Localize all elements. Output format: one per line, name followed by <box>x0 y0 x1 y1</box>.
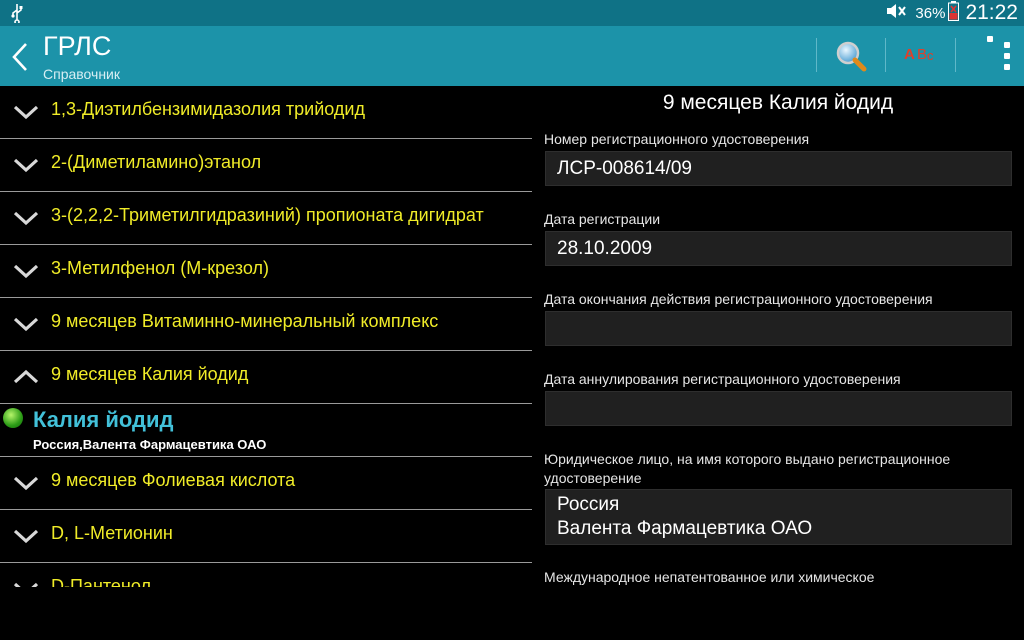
reg-date-field[interactable]: 28.10.2009 <box>545 231 1012 266</box>
list-item-label: 2-(Диметиламино)этанол <box>51 152 262 172</box>
chevron-down-icon <box>13 476 39 491</box>
list-item[interactable]: 9 месяцев Витаминно-минеральный комплекс <box>0 298 532 351</box>
status-bar: 36% 21:22 <box>0 0 1024 26</box>
chevron-down-icon <box>13 529 39 544</box>
list-item-label: D, L-Метионин <box>51 523 173 543</box>
list-item-label: 3-(2,2,2-Триметилгидразиний) пропионата … <box>51 205 484 225</box>
holder-label: Юридическое лицо, на имя которого выдано… <box>544 450 950 488</box>
overflow-menu-button[interactable] <box>970 36 1010 76</box>
inn-label: Международное непатентованное или химиче… <box>544 569 875 585</box>
list-item-label: 9 месяцев Калия йодид <box>51 364 249 384</box>
app-subtitle: Справочник <box>43 66 120 82</box>
list-item[interactable]: 3-(2,2,2-Триметилгидразиний) пропионата … <box>0 192 532 245</box>
child-item-maker: Россия,Валента Фармацевтика ОАО <box>33 437 267 452</box>
detail-title: 9 месяцев Калия йодид <box>662 91 894 114</box>
action-divider <box>816 38 817 72</box>
usb-icon <box>10 3 24 28</box>
expiry-date-label: Дата окончания действия регистрационного… <box>544 291 933 307</box>
action-bar: ГРЛС Справочник ABc <box>0 26 1024 86</box>
battery-icon <box>948 0 960 26</box>
holder-value-line-1: Россия <box>557 494 620 515</box>
chevron-down-icon <box>13 105 39 120</box>
search-button[interactable] <box>828 36 874 76</box>
holder-field[interactable]: Россия Валента Фармацевтика ОАО <box>545 489 1012 545</box>
action-divider <box>955 38 956 72</box>
list-child-item[interactable]: Калия йодид Россия,Валента Фармацевтика … <box>0 404 532 457</box>
reg-date-value: 28.10.2009 <box>557 238 653 259</box>
list-item[interactable]: 1,3-Диэтилбензимидазолия трийодид <box>0 86 532 139</box>
cancel-date-field[interactable] <box>545 391 1012 426</box>
holder-value-line-2: Валента Фармацевтика ОАО <box>557 518 813 539</box>
cancel-date-label: Дата аннулирования регистрационного удос… <box>544 371 901 387</box>
holder-label-line-1: Юридическое лицо, на имя которого выдано… <box>544 451 951 467</box>
list-item-label: 9 месяцев Фолиевая кислота <box>51 470 296 490</box>
spellcheck-button[interactable]: ABc <box>898 36 944 76</box>
chevron-down-icon <box>13 158 39 173</box>
status-dot-icon <box>3 408 23 428</box>
list-item[interactable]: D, L-Метионин <box>0 510 532 563</box>
list-item[interactable]: 9 месяцев Фолиевая кислота <box>0 457 532 510</box>
chevron-down-icon <box>13 264 39 279</box>
reg-number-field[interactable]: ЛСР-008614/09 <box>545 151 1012 186</box>
list-item[interactable]: 3-Метилфенол (М-крезол) <box>0 245 532 298</box>
list-item-label: 3-Метилфенол (М-крезол) <box>51 258 269 278</box>
chevron-down-icon <box>13 582 39 587</box>
battery-percent: 36% <box>915 4 946 22</box>
chevron-down-icon <box>13 317 39 332</box>
list-item-expanded[interactable]: 9 месяцев Калия йодид <box>0 351 532 404</box>
reg-number-value: ЛСР-008614/09 <box>557 158 693 179</box>
bottom-area <box>0 587 1024 640</box>
chevron-up-icon <box>13 369 39 384</box>
child-item-name: Калия йодид <box>33 407 174 432</box>
search-icon <box>836 41 867 72</box>
list-item[interactable]: 2-(Диметиламино)этанол <box>0 139 532 192</box>
overflow-menu-icon <box>987 36 1010 70</box>
action-divider <box>885 38 886 72</box>
reg-date-label: Дата регистрации <box>544 211 661 227</box>
holder-label-line-2: удостоверение <box>544 470 642 486</box>
reg-number-label: Номер регистрационного удостоверения <box>544 131 810 147</box>
expiry-date-field[interactable] <box>545 311 1012 346</box>
back-button[interactable] <box>6 40 34 74</box>
chevron-down-icon <box>13 211 39 226</box>
back-icon <box>12 43 27 71</box>
drug-list[interactable]: 1,3-Диэтилбензимидазолия трийодид 2-(Дим… <box>0 86 532 587</box>
list-item-label: 9 месяцев Витаминно-минеральный комплекс <box>51 311 439 331</box>
list-item-label: D-Пантенол <box>51 576 151 587</box>
list-item[interactable]: D-Пантенол <box>0 563 532 587</box>
list-item-label: 1,3-Диэтилбензимидазолия трийодид <box>51 99 365 119</box>
mute-icon <box>885 2 907 25</box>
detail-panel: 9 месяцев Калия йодид Номер регистрацион… <box>532 86 1024 587</box>
app-title: ГРЛС <box>43 31 112 61</box>
clock: 21:22 <box>965 1 1018 24</box>
